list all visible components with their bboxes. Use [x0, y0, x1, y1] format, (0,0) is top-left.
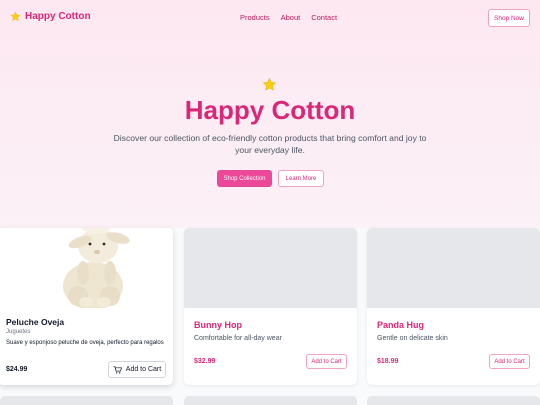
product-price: $24.99 — [6, 366, 28, 373]
navbar: Happy Cotton Products About Contact Shop… — [0, 0, 540, 37]
nav-link-contact[interactable]: Contact — [311, 13, 337, 22]
product-description: Suave y esponjoso peluche de oveja, perf… — [6, 340, 164, 346]
add-to-cart-button[interactable]: Add to Cart — [306, 354, 347, 369]
product-card-partial — [184, 396, 357, 405]
product-card: Peluche Oveja Juguetes Suave y esponjoso… — [0, 228, 173, 385]
learn-more-button[interactable]: Learn More — [278, 170, 324, 187]
product-card: Bunny Hop Comfortable for all-day wear $… — [184, 228, 357, 385]
add-to-cart-button[interactable]: Add to Cart — [489, 354, 530, 369]
product-image — [0, 228, 173, 310]
product-image-placeholder — [184, 228, 357, 308]
shop-now-button[interactable]: Shop Now — [488, 9, 530, 27]
star-icon — [10, 11, 21, 22]
brand-name: Happy Cotton — [25, 11, 91, 22]
product-description: Gentle on delicate skin — [377, 335, 448, 342]
product-image-placeholder — [367, 228, 540, 308]
product-card-partial — [0, 396, 173, 405]
nav-link-products[interactable]: Products — [240, 13, 270, 22]
product-name: Bunny Hop — [194, 320, 242, 330]
hero-section: Happy Cotton Products About Contact Shop… — [0, 0, 540, 228]
add-to-cart-label: Add to Cart — [125, 366, 162, 373]
plush-sheep-image — [63, 228, 130, 310]
nav-link-about[interactable]: About — [281, 13, 301, 22]
hero-description: Discover our collection of eco-friendly … — [113, 133, 427, 155]
product-name: Panda Hug — [377, 320, 425, 330]
hero-title: Happy Cotton — [184, 95, 356, 125]
shop-collection-button[interactable]: Shop Collection — [217, 170, 272, 187]
brand[interactable]: Happy Cotton — [10, 11, 91, 22]
product-description: Comfortable for all-day wear — [194, 335, 282, 342]
nav-links: Products About Contact — [240, 13, 337, 22]
add-to-cart-button[interactable]: Add to Cart — [108, 361, 166, 378]
product-price: $32.99 — [194, 358, 216, 365]
product-price: $18.99 — [377, 358, 399, 365]
product-category: Juguetes — [6, 329, 31, 335]
product-name: Peluche Oveja — [6, 317, 65, 327]
cart-icon — [113, 365, 122, 374]
product-card: Panda Hug Gentle on delicate skin $18.99… — [367, 228, 540, 385]
product-card-partial — [367, 396, 540, 405]
star-icon — [262, 77, 277, 91]
